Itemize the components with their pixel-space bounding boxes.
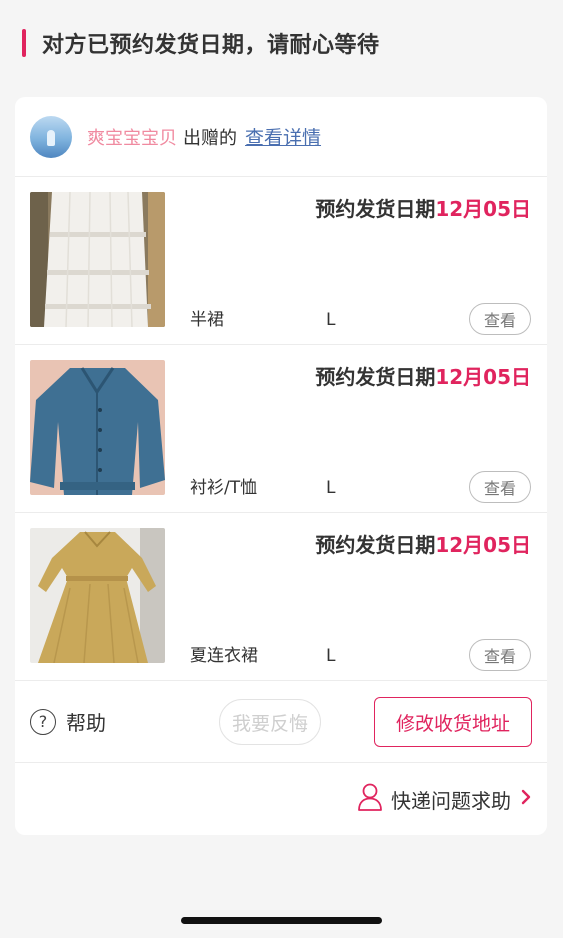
list-item: 预约发货日期12月05日 夏连衣裙 L 查看: [15, 513, 547, 681]
action-bar: ? 帮助 我要反悔 修改收货地址: [15, 681, 547, 763]
page-header: 对方已预约发货日期，请耐心等待: [22, 28, 380, 58]
item-image-skirt[interactable]: [30, 192, 165, 327]
ship-date: 12月05日: [435, 197, 531, 221]
item-category: 半裙: [190, 310, 224, 330]
list-item: 预约发货日期12月05日 衬衫/T恤 L 查看: [15, 345, 547, 513]
page-title: 对方已预约发货日期，请耐心等待: [42, 33, 380, 58]
home-indicator[interactable]: [181, 917, 382, 924]
ship-date: 12月05日: [435, 533, 531, 557]
item-image-shirt[interactable]: [30, 360, 165, 495]
user-icon: [357, 783, 383, 815]
ship-date-text: 预约发货日期12月05日: [315, 365, 531, 389]
ship-date-text: 预约发货日期12月05日: [315, 533, 531, 557]
item-category: 衬衫/T恤: [190, 478, 258, 498]
giver-row: 爽宝宝宝贝 出赠的 查看详情: [15, 97, 547, 177]
order-card: 爽宝宝宝贝 出赠的 查看详情 预约发货日期12月05日 半裙 L 查看 预约发货…: [15, 97, 547, 835]
view-item-button[interactable]: 查看: [469, 471, 531, 503]
item-size: L: [326, 646, 336, 666]
view-item-button[interactable]: 查看: [469, 303, 531, 335]
item-image-dress[interactable]: [30, 528, 165, 663]
express-help-label: 快递问题求助: [391, 788, 511, 813]
help-button[interactable]: ? 帮助: [30, 707, 106, 736]
ship-date: 12月05日: [435, 365, 531, 389]
avatar[interactable]: [30, 115, 72, 158]
giver-name[interactable]: 爽宝宝宝贝: [87, 124, 177, 150]
header-accent-bar: [22, 29, 26, 57]
express-help-row[interactable]: 快递问题求助: [15, 763, 547, 835]
regret-button[interactable]: 我要反悔: [219, 699, 321, 745]
modify-address-button[interactable]: 修改收货地址: [374, 697, 532, 747]
ship-date-text: 预约发货日期12月05日: [315, 197, 531, 221]
item-size: L: [326, 478, 336, 498]
list-item: 预约发货日期12月05日 半裙 L 查看: [15, 177, 547, 345]
question-circle-icon: ?: [30, 708, 56, 735]
view-details-link[interactable]: 查看详情: [245, 123, 321, 150]
chevron-right-icon: [521, 789, 531, 809]
item-size: L: [326, 310, 336, 330]
giver-verb: 出赠的: [183, 127, 237, 149]
item-category: 夏连衣裙: [190, 646, 258, 666]
view-item-button[interactable]: 查看: [469, 639, 531, 671]
help-label: 帮助: [66, 711, 106, 735]
